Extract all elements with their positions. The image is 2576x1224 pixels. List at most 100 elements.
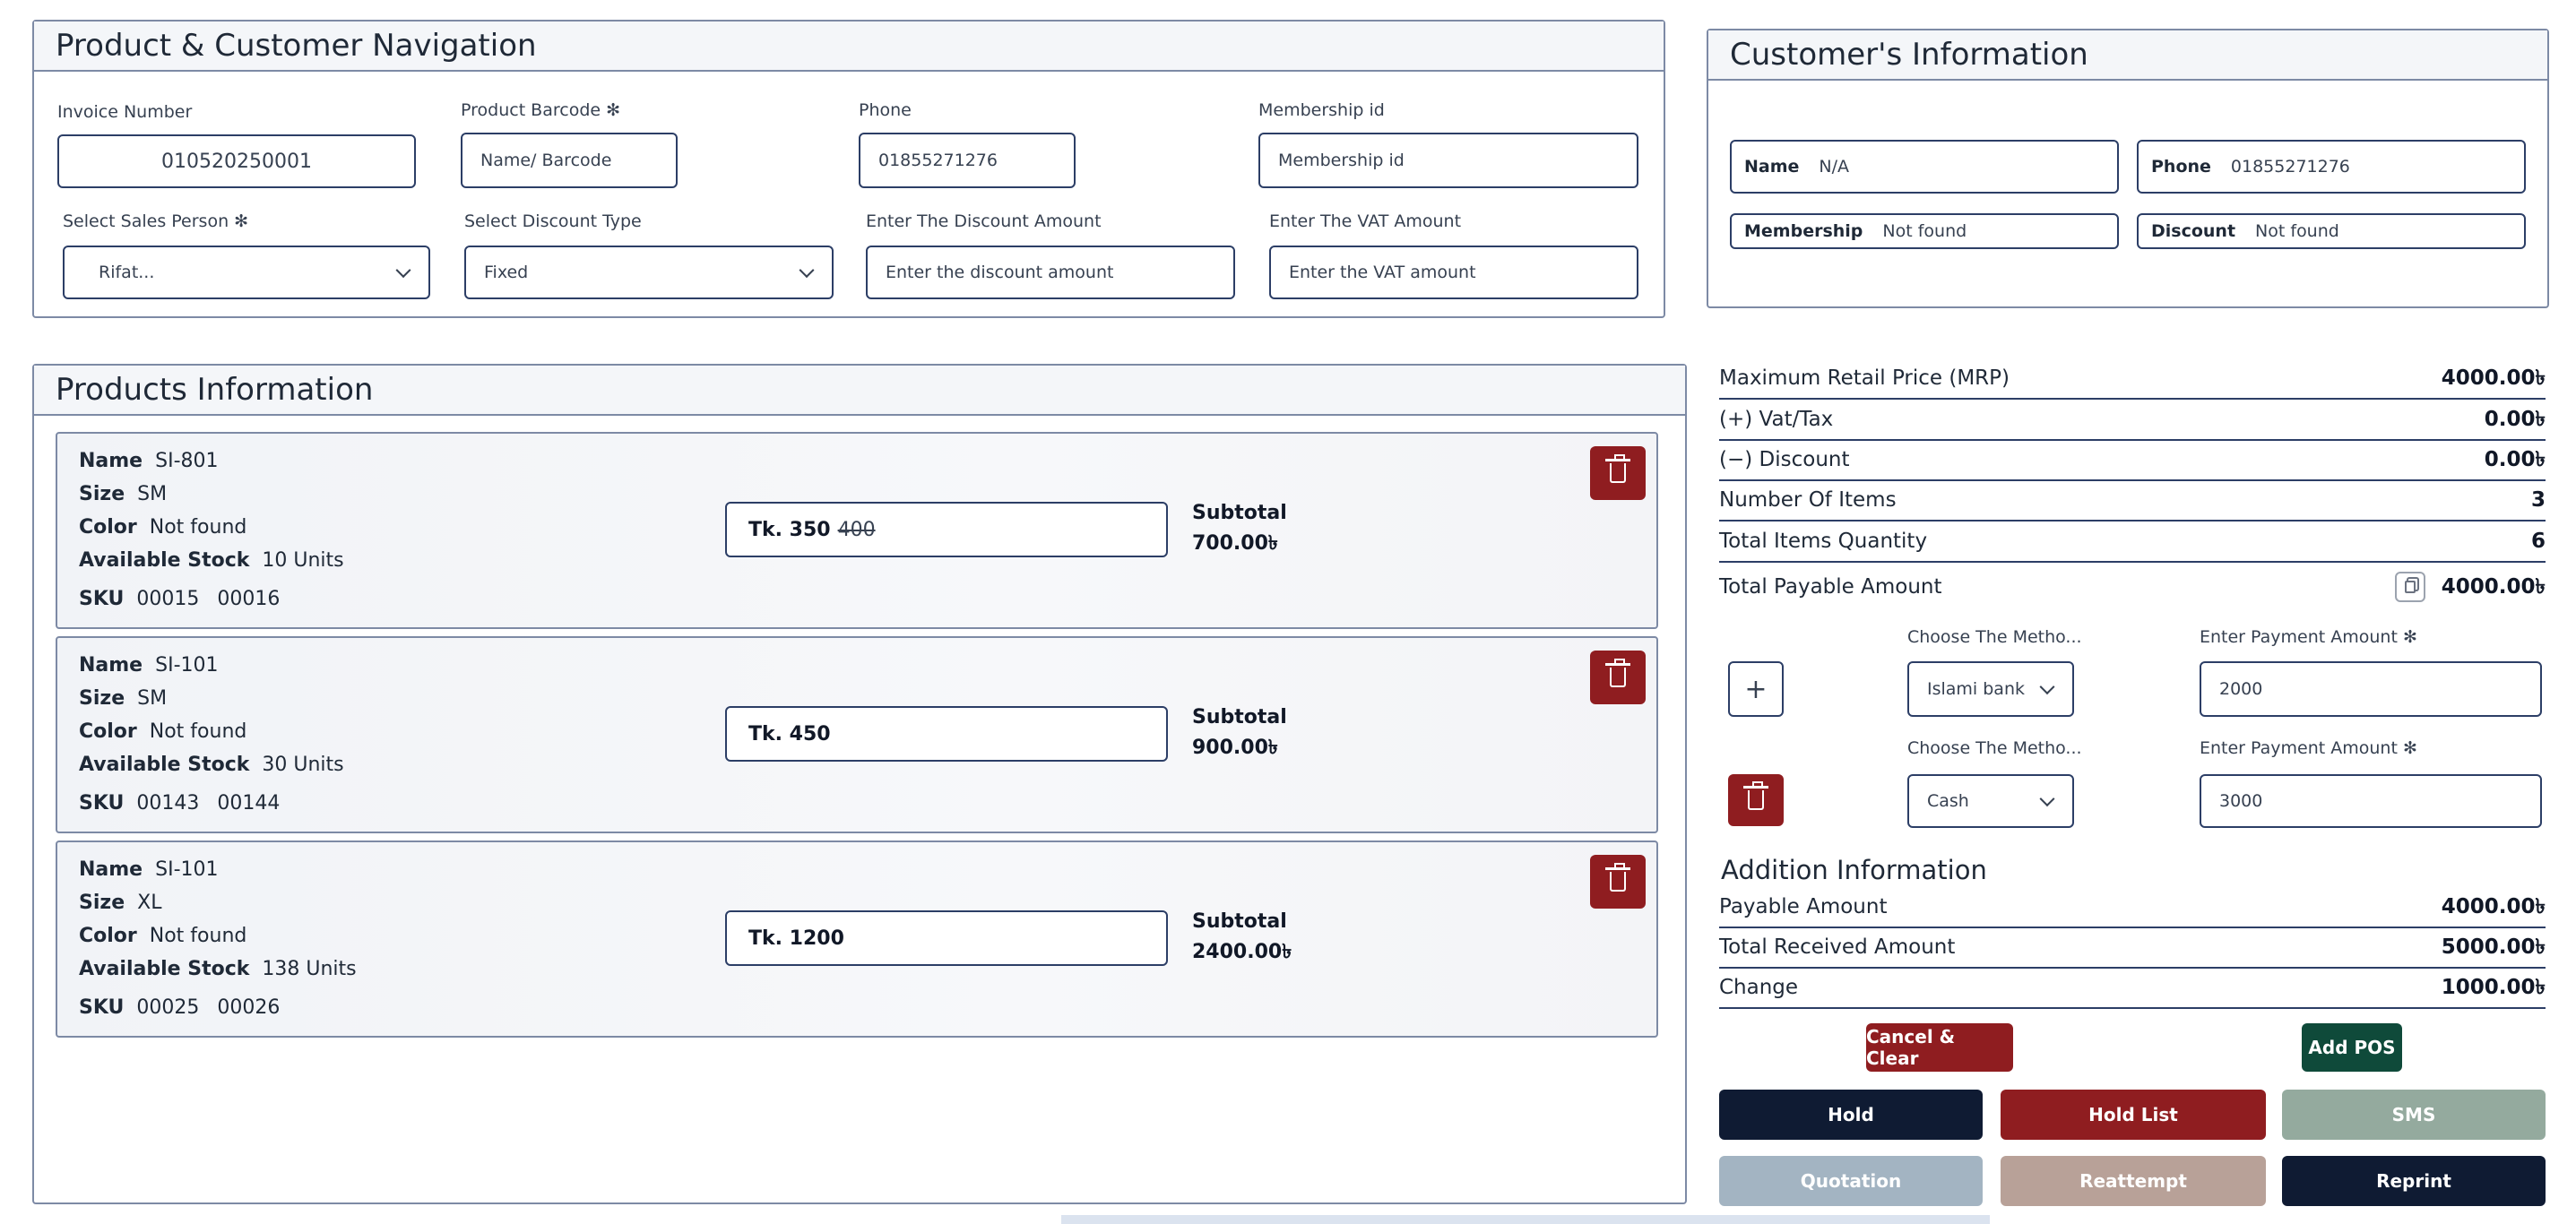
product-color: Color Not found <box>79 516 247 539</box>
customer-discount-value: Not found <box>2255 221 2339 241</box>
delete-product-button[interactable] <box>1590 446 1646 500</box>
product-subtotal-value: 2400.00৳ <box>1192 941 1292 963</box>
product-subtotal: Subtotal 700.00৳ <box>1192 498 1287 559</box>
cancel-clear-button[interactable]: Cancel & Clear <box>1866 1023 2013 1072</box>
customer-phone-label: Phone <box>2151 157 2211 177</box>
customer-discount-field: Discount Not found <box>2137 213 2526 249</box>
copy-icon[interactable] <box>2394 572 2425 602</box>
product-name: Name SI-801 <box>79 450 219 472</box>
chevron-down-icon <box>799 263 815 279</box>
phone-input[interactable]: 01855271276 <box>859 133 1076 188</box>
addition-row: Payable Amount 4000.00৳ <box>1719 887 2546 928</box>
addition-title: Addition Information <box>1721 855 1987 885</box>
horizontal-scrollbar[interactable] <box>1061 1215 1990 1224</box>
product-stock: Available Stock 30 Units <box>79 754 344 776</box>
discount-type-select[interactable]: Fixed <box>464 246 834 299</box>
customer-title: Customer's Information <box>1708 30 2547 81</box>
customer-membership-label: Membership <box>1744 221 1863 241</box>
product-sku: SKU 00143 00144 <box>79 792 281 815</box>
trash-icon <box>1605 659 1630 687</box>
trash-icon <box>1605 863 1630 892</box>
invoice-number-label: Invoice Number <box>57 102 193 122</box>
product-price-input[interactable]: Tk. 1200 <box>725 910 1168 966</box>
add-payment-button[interactable]: + <box>1728 661 1784 717</box>
payment-amount-label: Enter Payment Amount ✻ <box>2200 738 2417 758</box>
vat-amount-label: Enter The VAT Amount <box>1269 211 1462 231</box>
discount-amount-label: Enter The Discount Amount <box>866 211 1102 231</box>
product-stock: Available Stock 138 Units <box>79 958 357 980</box>
quotation-button[interactable]: Quotation <box>1719 1156 1983 1206</box>
customer-discount-label: Discount <box>2151 221 2236 241</box>
summary-row: (−) Discount 0.00৳ <box>1719 440 2546 481</box>
summary-row: Maximum Retail Price (MRP) 4000.00৳ <box>1719 358 2546 400</box>
product-stock: Available Stock 10 Units <box>79 549 344 572</box>
sales-person-value: Rifat... <box>99 263 155 282</box>
payment-amount-input[interactable]: 2000 <box>2200 661 2542 717</box>
addition-row: Total Received Amount 5000.00৳ <box>1719 927 2546 969</box>
summary-row: Total Items Quantity 6 <box>1719 521 2546 563</box>
customer-membership-field: Membership Not found <box>1730 213 2119 249</box>
product-card: Name SI-101 Size XL Color Not found Availab… <box>56 840 1658 1038</box>
product-card: Name SI-801 Size SM Color Not found Availab… <box>56 432 1658 629</box>
product-sku: SKU 00025 00026 <box>79 996 281 1019</box>
membership-id-input[interactable]: Membership id <box>1258 133 1638 188</box>
sales-person-label: Select Sales Person ✻ <box>63 211 249 231</box>
vat-amount-input[interactable]: Enter the VAT amount <box>1269 246 1638 299</box>
product-color: Color Not found <box>79 720 247 743</box>
payment-method-select[interactable]: Cash <box>1907 774 2074 828</box>
products-title: Products Information <box>34 366 1685 416</box>
product-subtotal: Subtotal 900.00৳ <box>1192 703 1287 763</box>
product-card: Name SI-101 Size SM Color Not found Availab… <box>56 636 1658 833</box>
add-pos-button[interactable]: Add POS <box>2302 1023 2402 1072</box>
trash-icon <box>1605 454 1630 483</box>
trash-icon <box>1743 781 1768 810</box>
product-subtotal-value: 700.00৳ <box>1192 532 1278 555</box>
product-barcode-label: Product Barcode ✻ <box>461 100 621 120</box>
customer-name-label: Name <box>1744 157 1800 177</box>
customer-membership-value: Not found <box>1882 221 1967 241</box>
customer-phone-value: 01855271276 <box>2230 157 2350 177</box>
product-name: Name SI-101 <box>79 858 219 881</box>
product-subtotal: Subtotal 2400.00৳ <box>1192 907 1292 968</box>
chevron-down-icon <box>395 263 411 279</box>
summary-row: Number Of Items 3 <box>1719 480 2546 521</box>
sales-person-select[interactable]: Rifat... <box>63 246 430 299</box>
product-size: Size SM <box>79 687 168 710</box>
product-name: Name SI-101 <box>79 654 219 677</box>
payment-amount-input[interactable]: 3000 <box>2200 774 2542 828</box>
payment-amount-label: Enter Payment Amount ✻ <box>2200 627 2417 647</box>
product-price-input[interactable]: Tk. 450 <box>725 706 1168 762</box>
product-sku: SKU 00015 00016 <box>79 588 281 610</box>
total-payable-label: Total Payable Amount <box>1719 575 1942 599</box>
delete-product-button[interactable] <box>1590 651 1646 704</box>
total-payable-value: 4000.00৳ <box>2441 574 2546 599</box>
customer-name-value: N/A <box>1819 157 1850 177</box>
sms-button[interactable]: SMS <box>2282 1090 2546 1140</box>
addition-row: Change 1000.00৳ <box>1719 968 2546 1009</box>
product-size: Size SM <box>79 483 168 505</box>
hold-list-button[interactable]: Hold List <box>2001 1090 2266 1140</box>
product-barcode-input[interactable]: Name/ Barcode <box>461 133 678 188</box>
discount-amount-input[interactable]: Enter the discount amount <box>866 246 1235 299</box>
payment-method-label: Choose The Metho... <box>1907 627 2082 647</box>
discount-type-value: Fixed <box>484 263 529 282</box>
product-price-input[interactable]: Tk. 350 400 <box>725 502 1168 557</box>
delete-product-button[interactable] <box>1590 855 1646 909</box>
hold-button[interactable]: Hold <box>1719 1090 1983 1140</box>
customer-phone-field: Phone 01855271276 <box>2137 140 2526 194</box>
total-payable-row: Total Payable Amount 4000.00৳ <box>1719 566 2546 608</box>
product-size: Size XL <box>79 892 162 914</box>
product-subtotal-value: 900.00৳ <box>1192 737 1278 759</box>
chevron-down-icon <box>2039 679 2055 695</box>
payment-method-select[interactable]: Islami bank <box>1907 661 2074 717</box>
reattempt-button[interactable]: Reattempt <box>2001 1156 2266 1206</box>
membership-id-label: Membership id <box>1258 100 1385 120</box>
chevron-down-icon <box>2039 791 2055 807</box>
reprint-button[interactable]: Reprint <box>2282 1156 2546 1206</box>
product-color: Color Not found <box>79 925 247 947</box>
discount-type-label: Select Discount Type <box>464 211 642 231</box>
invoice-number-input[interactable]: 010520250001 <box>57 134 416 188</box>
plus-icon: + <box>1744 673 1768 705</box>
remove-payment-button[interactable] <box>1728 774 1784 826</box>
phone-label: Phone <box>859 100 912 120</box>
